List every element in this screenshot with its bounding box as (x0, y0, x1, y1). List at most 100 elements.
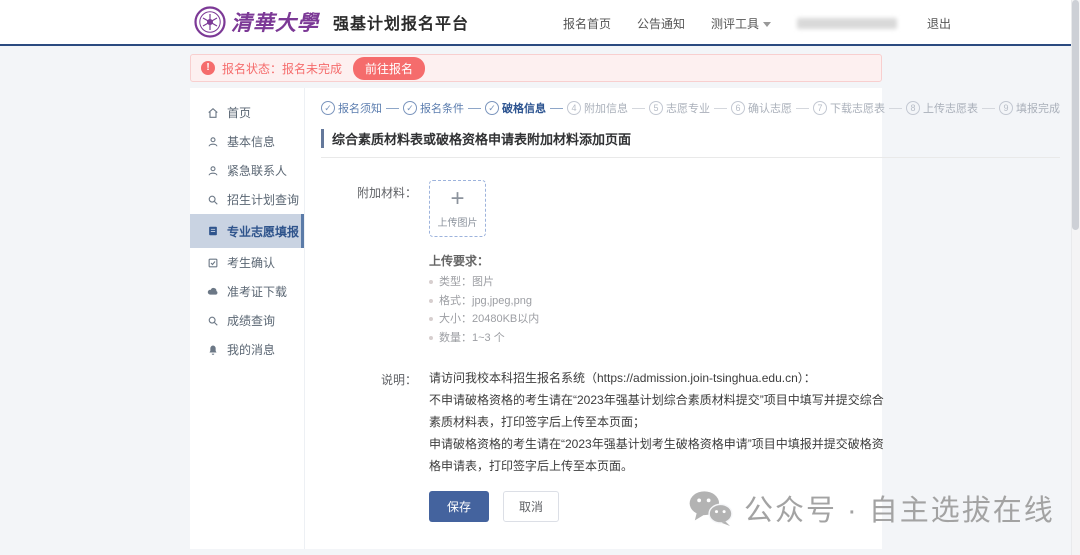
wechat-icon (688, 489, 734, 527)
step-connector (714, 108, 727, 109)
sidebar-item-label: 准考证下载 (227, 283, 287, 300)
step-registration-notice: ✓ 报名须知 (321, 100, 382, 116)
chevron-down-icon (763, 22, 771, 27)
user-info-redacted (797, 18, 897, 29)
sidebar-item-admission-plan-query[interactable]: 招生计划查询 (190, 185, 304, 214)
bullet-dot-icon (429, 299, 433, 303)
step-label: 破格信息 (502, 100, 546, 116)
upload-requirements-title: 上传要求： (429, 252, 539, 269)
sidebar-item-label: 考生确认 (227, 254, 275, 271)
nav-item-home[interactable]: 报名首页 (563, 15, 611, 32)
go-register-button[interactable]: 前往报名 (353, 57, 425, 80)
instructions-label: 说明： (321, 367, 417, 477)
form-icon (207, 225, 219, 237)
search-icon (207, 315, 219, 327)
nav-item-evaluation-tools-label: 测评工具 (711, 15, 759, 32)
step-additional-info: 4 附加信息 (567, 100, 628, 116)
search-icon (207, 194, 219, 206)
step-complete: 9 填报完成 (999, 100, 1060, 116)
check-icon: ✓ (485, 101, 499, 115)
requirement-item: 类型：图片 (429, 273, 539, 292)
step-label: 上传志愿表 (923, 100, 978, 116)
scrollbar-thumb[interactable] (1072, 0, 1079, 230)
step-label: 报名条件 (420, 100, 464, 116)
step-confirm-preferences: 6 确认志愿 (731, 100, 792, 116)
upload-row: 附加材料： + 上传图片 上传要求： 类型：图片 格式：jpg,jpeg,png… (321, 180, 1060, 347)
sidebar-item-label: 首页 (227, 104, 251, 121)
plus-icon: + (450, 188, 464, 210)
sidebar-item-label: 紧急联系人 (227, 162, 287, 179)
upload-requirements-list: 类型：图片 格式：jpg,jpeg,png 大小：20480KB以内 数量：1~… (429, 273, 539, 347)
cancel-button[interactable]: 取消 (503, 491, 559, 522)
step-number: 8 (906, 101, 920, 115)
step-number: 4 (567, 101, 581, 115)
upload-image-label: 上传图片 (438, 214, 478, 229)
sidebar-item-my-messages[interactable]: 我的消息 (190, 335, 304, 364)
instruction-line: 不申请破格资格的考生请在“2023年强基计划综合素质材料提交”项目中填写并提交综… (429, 389, 885, 433)
university-wordmark: 清華大學 (231, 7, 319, 37)
check-icon: ✓ (403, 101, 417, 115)
check-doc-icon (207, 257, 219, 269)
step-number: 6 (731, 101, 745, 115)
nav-item-announcements[interactable]: 公告通知 (637, 15, 685, 32)
sidebar-item-label: 专业志愿填报 (227, 223, 299, 240)
page-title-wrap: 综合素质材料表或破格资格申请表附加材料添加页面 (321, 129, 1060, 158)
bullet-dot-icon (429, 317, 433, 321)
instruction-line: 请访问我校本科招生报名系统（https://admission.join-tsi… (429, 367, 885, 389)
step-label: 填报完成 (1016, 100, 1060, 116)
top-nav: 报名首页 公告通知 测评工具 退出 (563, 0, 951, 46)
sidebar-item-label: 成绩查询 (227, 312, 275, 329)
sidebar-item-label: 基本信息 (227, 133, 275, 150)
stepper: ✓ 报名须知 ✓ 报名条件 ✓ 破格信息 4 附加信息 5 志愿专业 (321, 100, 1060, 116)
user-icon (207, 165, 219, 177)
app-header: 清華大學 强基计划报名平台 报名首页 公告通知 测评工具 退出 (0, 0, 1080, 46)
step-number: 7 (813, 101, 827, 115)
bullet-dot-icon (429, 336, 433, 340)
step-exception-info: ✓ 破格信息 (485, 100, 546, 116)
step-download-form: 7 下载志愿表 (813, 100, 885, 116)
nav-item-evaluation-tools[interactable]: 测评工具 (711, 15, 771, 32)
instructions-row: 说明： 请访问我校本科招生报名系统（https://admission.join… (321, 367, 1060, 477)
upload-field-label: 附加材料： (321, 180, 417, 347)
step-connector (468, 108, 481, 109)
step-label: 确认志愿 (748, 100, 792, 116)
tsinghua-seal-icon (194, 6, 226, 38)
main-panel: ✓ 报名须知 ✓ 报名条件 ✓ 破格信息 4 附加信息 5 志愿专业 (305, 88, 1074, 549)
step-label: 附加信息 (584, 100, 628, 116)
scrollbar[interactable] (1071, 0, 1080, 555)
save-button[interactable]: 保存 (429, 491, 489, 522)
sidebar-item-major-preference[interactable]: 专业志愿填报 (190, 214, 304, 248)
instructions-text: 请访问我校本科招生报名系统（https://admission.join-tsi… (429, 367, 885, 477)
requirement-text: 格式：jpg,jpeg,png (439, 292, 532, 311)
step-upload-form: 8 上传志愿表 (906, 100, 978, 116)
step-connector (386, 108, 399, 109)
step-number: 5 (649, 101, 663, 115)
logout-button[interactable]: 退出 (927, 15, 951, 32)
requirement-text: 类型：图片 (439, 273, 494, 292)
sidebar-item-candidate-confirmation[interactable]: 考生确认 (190, 248, 304, 277)
info-icon: ! (201, 61, 215, 75)
step-preferred-majors: 5 志愿专业 (649, 100, 710, 116)
registration-status-text: 报名状态：报名未完成 (222, 60, 342, 77)
sidebar-item-admission-ticket-download[interactable]: 准考证下载 (190, 277, 304, 306)
cloud-download-icon (207, 286, 219, 298)
sidebar-item-score-query[interactable]: 成绩查询 (190, 306, 304, 335)
watermark-text: 公众号 · 自主选拔在线 (744, 487, 1055, 529)
sidebar-item-basic-info[interactable]: 基本信息 (190, 127, 304, 156)
step-connector (550, 108, 563, 109)
sidebar-item-home[interactable]: 首页 (190, 98, 304, 127)
step-connector (889, 108, 902, 109)
sidebar: 首页 基本信息 紧急联系人 招生计划查询 专业志愿填报 考生确认 准考证下载 (190, 88, 305, 549)
step-connector (632, 108, 645, 109)
content-card: 首页 基本信息 紧急联系人 招生计划查询 专业志愿填报 考生确认 准考证下载 (190, 88, 882, 549)
step-connector (796, 108, 809, 109)
step-number: 9 (999, 101, 1013, 115)
requirement-item: 格式：jpg,jpeg,png (429, 292, 539, 311)
upload-image-button[interactable]: + 上传图片 (429, 180, 486, 237)
requirement-item: 大小：20480KB以内 (429, 310, 539, 329)
user-icon (207, 136, 219, 148)
step-connector (982, 108, 995, 109)
sidebar-item-emergency-contact[interactable]: 紧急联系人 (190, 156, 304, 185)
bullet-dot-icon (429, 280, 433, 284)
page-title: 综合素质材料表或破格资格申请表附加材料添加页面 (321, 129, 1060, 148)
